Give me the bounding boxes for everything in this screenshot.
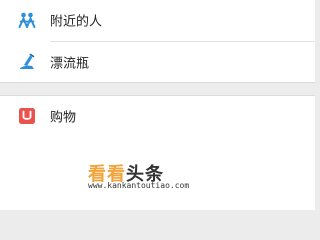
menu-item-nearby-label: 附近的人 (50, 14, 103, 30)
menu-item-drift-bottle[interactable]: 漂流瓶 (0, 42, 315, 82)
menu-group-bottom: 购物 (0, 95, 315, 210)
people-icon (18, 12, 36, 28)
watermark-url: www.kankantoutiao.com (88, 181, 190, 190)
watermark: 看看头条 www.kankantoutiao.com (88, 160, 238, 192)
menu-item-shopping-label: 购物 (50, 110, 77, 126)
menu-item-drift-bottle-label: 漂流瓶 (50, 56, 90, 72)
shopping-bag-icon (19, 108, 35, 124)
menu-item-shopping[interactable]: 购物 (0, 96, 315, 136)
menu-item-nearby[interactable]: 附近的人 (0, 0, 315, 40)
drift-bottle-icon (20, 53, 35, 69)
menu-group-top: 附近的人 漂流瓶 (0, 0, 315, 83)
